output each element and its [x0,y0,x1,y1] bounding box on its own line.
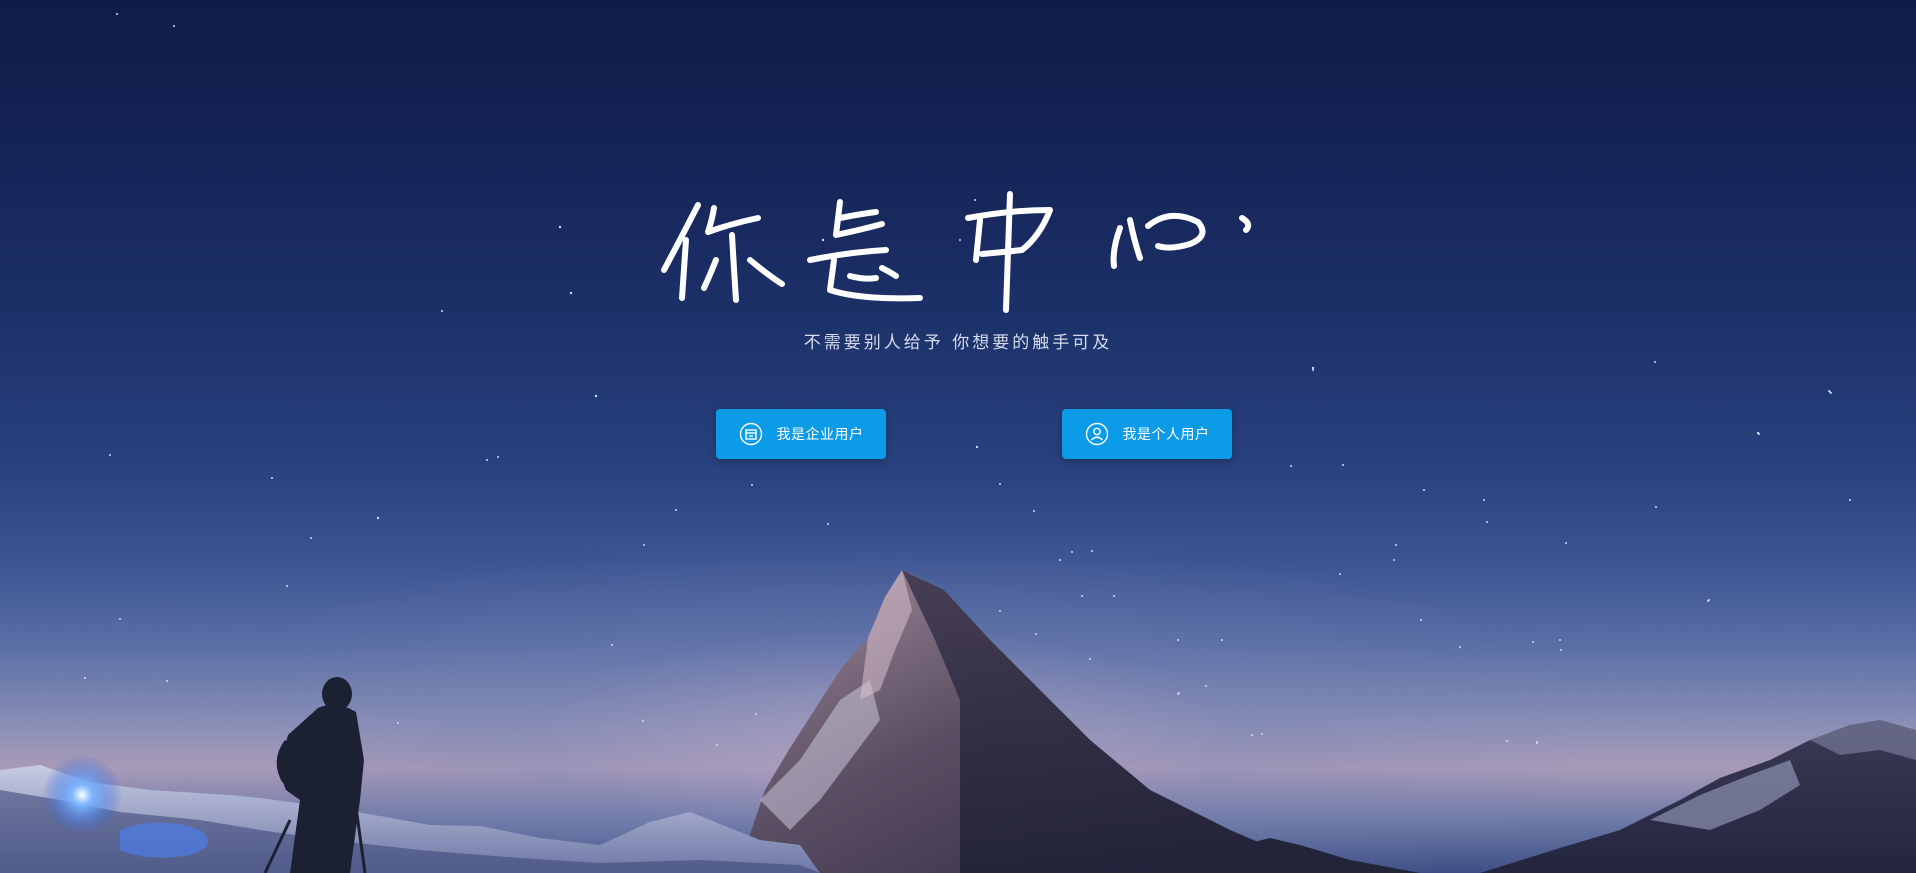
personal-user-label: 我是个人用户 [1122,427,1210,443]
calligraphy-title-logo [661,191,1252,313]
building-icon [739,422,763,446]
slogan-text: 不需要别人给予 你想要的触手可及 [803,333,1113,353]
enterprise-user-label: 我是企业用户 [776,427,864,443]
user-icon [1085,422,1109,446]
hero-section: 不需要别人给予 你想要的触手可及 我是企业用户 我是个人用户 [0,0,1916,873]
personal-user-button[interactable]: 我是个人用户 [1062,409,1232,459]
enterprise-user-button[interactable]: 我是企业用户 [716,409,886,459]
